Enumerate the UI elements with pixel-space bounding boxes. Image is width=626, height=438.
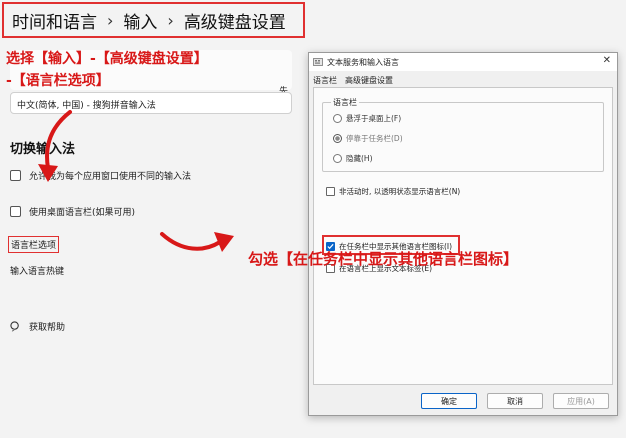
radio-hidden-control[interactable] <box>333 154 342 163</box>
tab-advanced-keyboard[interactable]: 高级键盘设置 <box>345 75 393 86</box>
close-icon[interactable]: ✕ <box>603 55 611 66</box>
annotation-arrow-right-icon <box>160 232 234 252</box>
tab-language-bar[interactable]: 语言栏 <box>313 75 337 86</box>
radio-hidden[interactable]: 隐藏(H) <box>333 153 373 164</box>
apply-button[interactable]: 应用(A) <box>553 393 609 409</box>
radio-dock-taskbar-label: 停靠于任务栏(D) <box>346 134 403 143</box>
breadcrumb: 时间和语言 › 输入 › 高级键盘设置 <box>2 2 305 38</box>
desktop-bar-checkbox[interactable] <box>10 206 21 217</box>
breadcrumb-input[interactable]: 输入 <box>123 8 157 33</box>
radio-float-desktop-label: 悬浮于桌面上(F) <box>346 114 402 123</box>
breadcrumb-advanced-keyboard: 高级键盘设置 <box>183 12 286 33</box>
radio-float-desktop-control[interactable] <box>333 114 342 123</box>
text-services-dialog: 文本服务和输入语言 ✕ 语言栏 高级键盘设置 语言栏 悬浮于桌面上(F) 停靠于… <box>308 52 618 416</box>
language-bar-options-link[interactable]: 语言栏选项 <box>8 236 60 253</box>
annotation-step2: -【语言栏选项】 <box>6 73 110 89</box>
dialog-title: 文本服务和输入语言 <box>327 57 399 67</box>
get-help-label: 获取帮助 <box>29 323 66 333</box>
groupbox-label: 语言栏 <box>331 97 359 108</box>
input-language-hotkeys-link[interactable]: 输入语言热键 <box>10 264 64 277</box>
breadcrumb-separator-icon: › <box>107 10 114 30</box>
annotation-step1: 选择【输入】-【高级键盘设置】 <box>6 51 208 67</box>
checkbox-transparent-label: 非活动时, 以透明状态显示语言栏(N) <box>339 187 461 196</box>
desktop-bar-option[interactable]: 使用桌面语言栏(如果可用) <box>10 205 135 218</box>
radio-dock-taskbar[interactable]: 停靠于任务栏(D) <box>333 133 403 144</box>
desktop-bar-label: 使用桌面语言栏(如果可用) <box>29 208 136 218</box>
cancel-button[interactable]: 取消 <box>487 393 543 409</box>
breadcrumb-separator-icon: › <box>167 10 174 30</box>
settings-page: 先 中文(简体, 中国) - 搜狗拼音输入法 选择【输入】-【高级键盘设置】 -… <box>0 40 306 438</box>
dialog-tabs: 语言栏 高级键盘设置 <box>313 75 393 86</box>
annotation-check-instruction: 勾选【在任务栏中显示其他语言栏图标】 <box>248 250 519 268</box>
dialog-tab-panel: 语言栏 悬浮于桌面上(F) 停靠于任务栏(D) 隐藏(H) 非活动时, 以透明状… <box>313 87 613 385</box>
checkbox-transparent-inactive[interactable]: 非活动时, 以透明状态显示语言栏(N) <box>326 186 460 197</box>
dialog-buttons: 确定 取消 应用(A) <box>421 393 609 409</box>
dialog-titlebar[interactable]: 文本服务和输入语言 ✕ <box>309 53 617 71</box>
help-icon <box>10 321 19 332</box>
radio-dock-taskbar-control[interactable] <box>333 134 342 143</box>
checkbox-transparent-control[interactable] <box>326 187 335 196</box>
annotation-arrow-down-icon <box>38 110 72 182</box>
ok-button[interactable]: 确定 <box>421 393 477 409</box>
per-app-ime-checkbox[interactable] <box>10 170 21 181</box>
language-bar-groupbox: 语言栏 悬浮于桌面上(F) 停靠于任务栏(D) 隐藏(H) <box>322 97 604 172</box>
radio-float-desktop[interactable]: 悬浮于桌面上(F) <box>333 113 401 124</box>
keyboard-app-icon <box>313 58 323 66</box>
radio-hidden-label: 隐藏(H) <box>346 154 373 163</box>
breadcrumb-time-language[interactable]: 时间和语言 <box>12 8 97 33</box>
get-help-link[interactable]: 获取帮助 <box>10 320 65 333</box>
